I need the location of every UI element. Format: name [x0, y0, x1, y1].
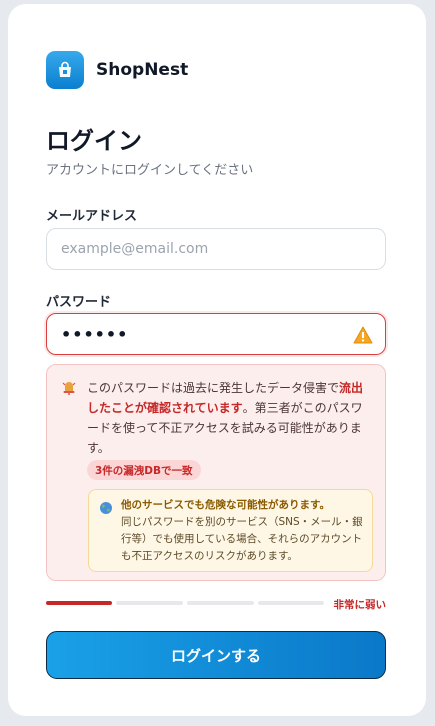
strength-segment	[46, 601, 112, 605]
reuse-warning-title: 他のサービスでも危険な可能性があります。	[121, 499, 330, 511]
strength-segment	[187, 601, 254, 605]
shopping-bag-icon	[46, 51, 84, 89]
page-subtitle: アカウントにログインしてください	[46, 163, 254, 178]
password-field-wrapper	[46, 313, 386, 355]
login-button[interactable]: ログインする	[46, 631, 386, 679]
brand-name: ShopNest	[96, 60, 189, 80]
password-input[interactable]	[61, 324, 371, 344]
reuse-warning-text: 同じパスワードを別のサービス（SNS・メール・銀行等）でも使用している場合、それ…	[121, 516, 363, 562]
brand: ShopNest	[46, 51, 188, 89]
globe-icon	[99, 500, 113, 514]
strength-segment	[116, 601, 183, 605]
breach-count-badge: 3件の漏洩DBで一致	[87, 460, 201, 480]
page-title: ログイン	[46, 127, 142, 155]
login-card: ShopNest ログイン アカウントにログインしてください メールアドレス パ…	[8, 4, 426, 716]
breach-alert-text: このパスワードは過去に発生したデータ侵害で流出したことが確認されています。第三者…	[87, 381, 364, 455]
reuse-warning: 他のサービスでも危険な可能性があります。同じパスワードを別のサービス（SNS・メ…	[88, 489, 373, 572]
alert-bell-icon	[62, 379, 76, 395]
breach-alert: このパスワードは過去に発生したデータ侵害で流出したことが確認されています。第三者…	[46, 364, 386, 581]
password-strength-meter: 非常に弱い	[46, 597, 386, 611]
warning-icon	[353, 325, 373, 345]
strength-label: 非常に弱い	[333, 599, 387, 611]
email-label: メールアドレス	[46, 209, 138, 224]
strength-segment	[258, 601, 324, 605]
email-input[interactable]	[61, 241, 371, 257]
password-label: パスワード	[46, 295, 112, 310]
email-field-wrapper	[46, 228, 386, 270]
